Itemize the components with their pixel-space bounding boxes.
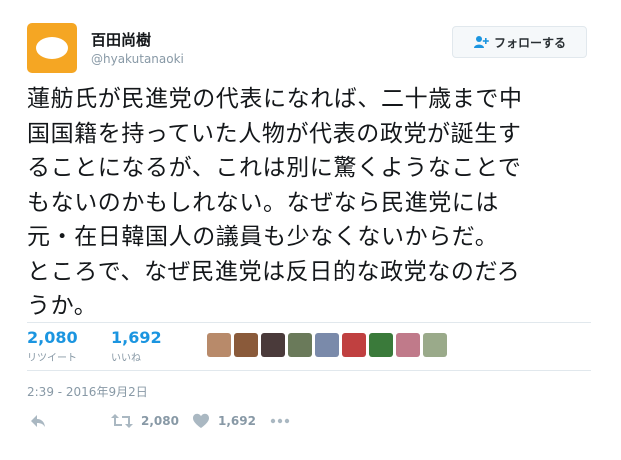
divider-middle (27, 370, 591, 371)
liker-avatar[interactable] (369, 333, 393, 357)
retweet-action-count: 2,080 (141, 414, 179, 428)
tweet-text: 蓮舫氏が民進党の代表になれば、二十歳まで中 国国籍を持っていた人物が代表の政党が誕… (27, 82, 597, 324)
more-options-button[interactable] (270, 412, 290, 430)
follow-button[interactable]: フォローする (452, 26, 587, 58)
retweet-button[interactable]: 2,080 (111, 412, 179, 430)
default-egg-icon (36, 37, 68, 59)
retweet-icon (111, 414, 133, 428)
retweet-label: リツイート (27, 353, 77, 364)
heart-icon (193, 413, 209, 428)
tweet-actions: 2,080 1,692 (27, 412, 327, 438)
tweet-text-line: ることになるが、これは別に驚くようなことで (27, 155, 522, 181)
user-plus-icon (473, 36, 489, 48)
liker-avatar[interactable] (288, 333, 312, 357)
tweet-text-line: 蓮舫氏が民進党の代表になれば、二十歳まで中 (27, 86, 523, 112)
liker-avatar[interactable] (315, 333, 339, 357)
tweet-timestamp[interactable]: 2:39 - 2016年9月2日 (27, 383, 148, 400)
reply-button[interactable] (29, 412, 47, 430)
reply-icon (31, 415, 45, 427)
tweet-text-line: もないのかもしれない。なぜなら民進党には (27, 189, 499, 216)
liker-avatar[interactable] (207, 333, 231, 357)
liker-avatar[interactable] (342, 333, 366, 357)
retweet-count: 2,080 (27, 328, 78, 347)
liker-avatar[interactable] (396, 333, 420, 357)
likes-label: いいね (111, 353, 141, 364)
likes-count: 1,692 (111, 328, 162, 347)
likes-stat[interactable]: 1,692 いいね (111, 328, 162, 364)
like-action-count: 1,692 (218, 414, 256, 428)
follow-button-label: フォローする (493, 35, 566, 50)
retweet-stat[interactable]: 2,080 リツイート (27, 328, 78, 364)
liker-avatars (207, 333, 447, 357)
tweet-text-line: ところで、なぜ民進党は反日的な政党なのだろ (27, 258, 521, 285)
more-dots-icon (270, 418, 290, 424)
liker-avatar[interactable] (234, 333, 258, 357)
liker-avatar[interactable] (261, 333, 285, 357)
tweet-text-line: 国国籍を持っていた人物が代表の政党が誕生す (27, 120, 522, 147)
user-handle[interactable]: @hyakutanaoki (91, 52, 184, 66)
tweet-text-line: 元・在日韓国人の議員も少なくないからだ。 (27, 224, 499, 250)
user-display-name[interactable]: 百田尚樹 (91, 29, 151, 50)
like-button[interactable]: 1,692 (192, 412, 256, 430)
tweet-text-line: うか。 (27, 293, 98, 319)
divider-top (27, 322, 591, 323)
liker-avatar[interactable] (423, 333, 447, 357)
avatar[interactable] (27, 23, 77, 73)
